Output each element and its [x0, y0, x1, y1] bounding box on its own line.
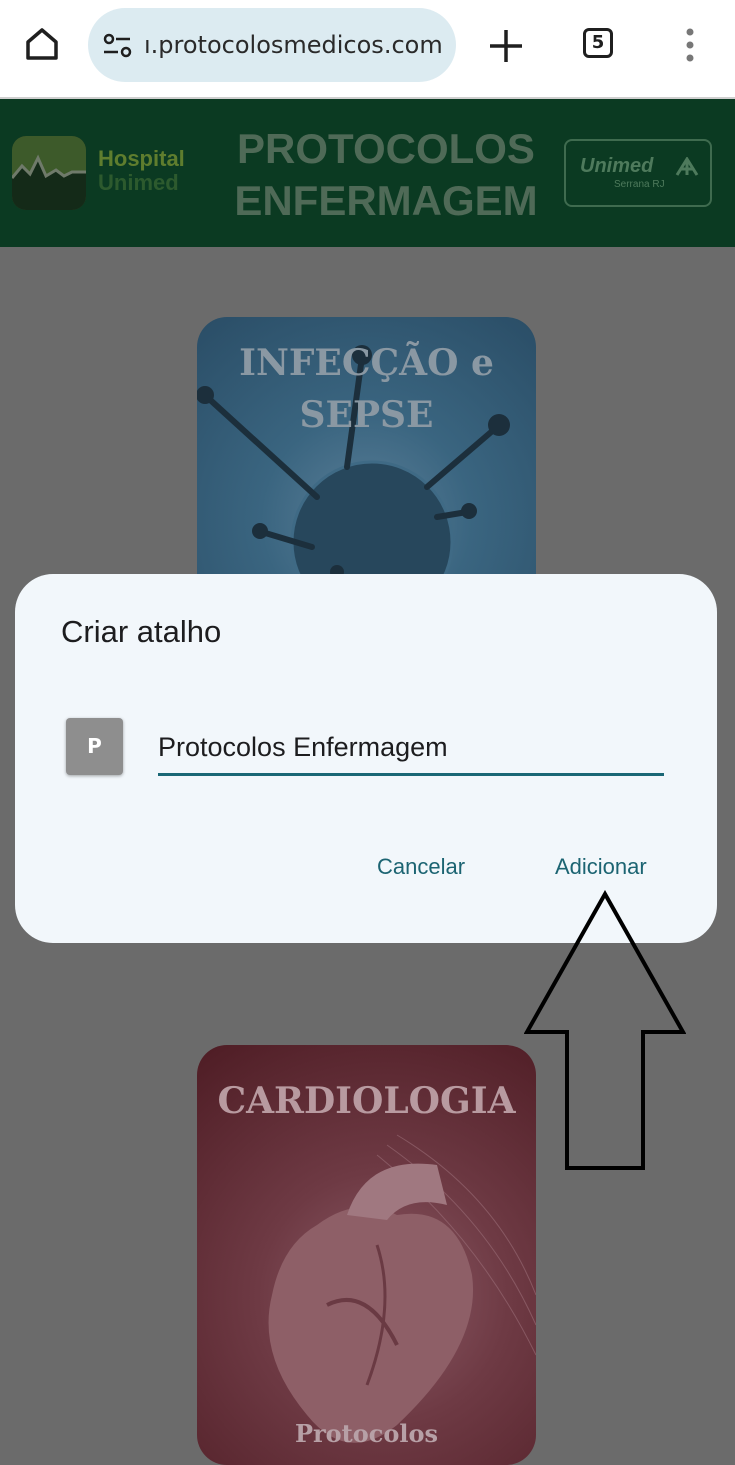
shortcut-name-input[interactable]	[158, 722, 664, 776]
hospital-logo-line: Unimed	[98, 170, 179, 195]
arrow-up-icon	[524, 890, 686, 1170]
site-header: Hospital Unimed PROTOCOLOS ENFERMAGEM Un…	[0, 99, 735, 247]
hospital-logo-text: Hospital Unimed	[98, 147, 185, 195]
card-infeccao-sepse[interactable]: INFECÇÃO e SEPSE	[197, 317, 536, 607]
card-title: CARDIOLOGIA	[217, 1080, 516, 1122]
card-title: INFECÇÃO e SEPSE	[197, 337, 536, 441]
partner-logo: Unimed Serrana RJ	[564, 139, 712, 207]
hospital-logo-icon	[12, 136, 86, 210]
create-shortcut-dialog: Criar atalho P Cancelar Adicionar	[15, 574, 717, 943]
site-avatar-icon: P	[66, 718, 123, 775]
browser-toolbar: ı.protocolosmedicos.com 5	[0, 0, 735, 99]
card-title-line: SEPSE	[299, 394, 434, 436]
hospital-logo-line: Hospital	[98, 146, 185, 171]
unimed-tree-icon	[675, 157, 699, 176]
partner-logo-name: Unimed	[580, 155, 654, 177]
card-title-line: INFECÇÃO e	[239, 342, 494, 384]
plus-icon[interactable]	[486, 26, 526, 66]
tune-icon[interactable]	[102, 32, 134, 60]
site-title-line: PROTOCOLOS	[237, 125, 535, 172]
card-cardiologia[interactable]: CARDIOLOGIA Protocolos	[197, 1045, 536, 1465]
home-icon[interactable]	[22, 24, 62, 64]
add-button[interactable]: Adicionar	[555, 852, 647, 882]
more-vert-icon[interactable]	[676, 26, 704, 66]
card-subtitle: Protocolos	[294, 1419, 439, 1448]
url-text[interactable]: ı.protocolosmedicos.com	[144, 28, 454, 62]
partner-logo-sub: Serrana RJ	[614, 179, 665, 190]
address-bar[interactable]: ı.protocolosmedicos.com	[88, 8, 456, 82]
cancel-button[interactable]: Cancelar	[377, 852, 465, 882]
tab-switcher-button[interactable]: 5	[583, 28, 613, 58]
site-title: PROTOCOLOS ENFERMAGEM	[224, 123, 548, 227]
site-title-line: ENFERMAGEM	[234, 177, 538, 224]
dialog-title: Criar atalho	[61, 614, 222, 649]
